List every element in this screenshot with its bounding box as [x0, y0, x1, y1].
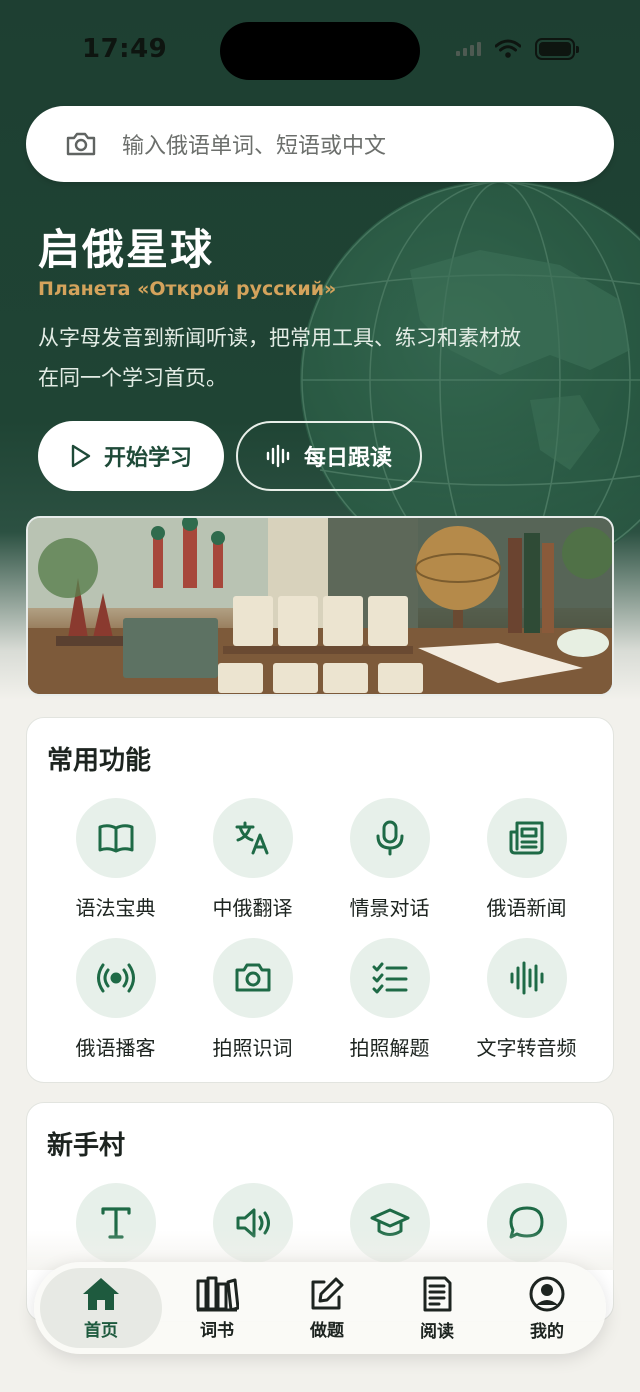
- microphone-icon: [349, 798, 430, 878]
- common-functions-card: 常用功能 语法宝典 中俄翻译 情景对话 俄语新闻 俄语播客 拍照识词 拍照解题 …: [26, 717, 614, 1083]
- function-label: 中俄翻译: [212, 896, 293, 920]
- function-label: 拍照识词: [212, 1036, 293, 1060]
- tab-profile[interactable]: 我的: [492, 1268, 602, 1348]
- tab-wordbooks[interactable]: 词书: [162, 1268, 272, 1348]
- search-bar[interactable]: 输入俄语单词、短语或中文: [26, 106, 614, 182]
- camera-icon[interactable]: [64, 127, 98, 161]
- tab-home[interactable]: 首页: [40, 1268, 162, 1348]
- function-label: 俄语播客: [75, 1036, 156, 1060]
- tab-label: 阅读: [420, 1321, 454, 1342]
- translate-icon: [212, 798, 293, 878]
- function-label: 语法宝典: [75, 896, 156, 920]
- search-input[interactable]: 输入俄语单词、短语或中文: [122, 128, 614, 160]
- function-label: 拍照解题: [349, 1036, 430, 1060]
- document-icon: [423, 1276, 452, 1311]
- function-text-to-audio[interactable]: 文字转音频: [458, 938, 595, 1078]
- user-icon: [529, 1276, 565, 1311]
- wifi-icon: [495, 39, 521, 58]
- function-news[interactable]: 俄语新闻: [458, 798, 595, 938]
- waveform-icon: [486, 938, 567, 1018]
- hero-section: 17:49 输入俄语单词、短语或中文 启俄星球 Планета «Открой …: [0, 0, 640, 700]
- function-grid: 语法宝典 中俄翻译 情景对话 俄语新闻 俄语播客 拍照识词 拍照解题 文字转音频: [27, 798, 615, 1078]
- tab-exercises[interactable]: 做题: [272, 1268, 382, 1348]
- hero-description: 从字母发音到新闻听读，把常用工具、练习和素材放在同一个学习首页。: [38, 326, 521, 390]
- common-functions-title: 常用功能: [47, 746, 152, 776]
- book-icon: [75, 798, 156, 878]
- function-label: 俄语新闻: [486, 896, 567, 920]
- newbie-village-title: 新手村: [47, 1131, 126, 1161]
- tab-label: 词书: [200, 1320, 234, 1341]
- start-learning-label: 开始学习: [103, 446, 192, 471]
- cellular-signal-icon: [456, 42, 481, 56]
- tab-label: 做题: [310, 1320, 344, 1341]
- camera-icon: [212, 938, 293, 1018]
- function-translate[interactable]: 中俄翻译: [184, 798, 321, 938]
- app-title: 启俄星球: [38, 225, 215, 274]
- tab-label: 我的: [530, 1321, 564, 1342]
- tab-label: 首页: [84, 1320, 118, 1341]
- function-photo-solve[interactable]: 拍照解题: [321, 938, 458, 1078]
- home-icon: [83, 1277, 119, 1310]
- start-learning-button[interactable]: 开始学习: [38, 421, 224, 491]
- daily-follow-read-button[interactable]: 每日跟读: [236, 421, 422, 491]
- function-dialogue[interactable]: 情景对话: [321, 798, 458, 938]
- books-icon: [196, 1276, 239, 1311]
- function-label: 文字转音频: [476, 1036, 577, 1060]
- bottom-tab-bar: 首页 词书 做题 阅读 我的: [34, 1262, 606, 1354]
- dynamic-island: [220, 22, 420, 80]
- waveform-icon: [266, 444, 290, 468]
- checklist-icon: [349, 938, 430, 1018]
- status-time: 17:49: [82, 34, 168, 64]
- function-grammar[interactable]: 语法宝典: [47, 798, 184, 938]
- function-label: 情景对话: [349, 896, 430, 920]
- function-photo-word[interactable]: 拍照识词: [184, 938, 321, 1078]
- function-podcast[interactable]: 俄语播客: [47, 938, 184, 1078]
- podcast-icon: [75, 938, 156, 1018]
- daily-follow-read-label: 每日跟读: [303, 446, 392, 471]
- play-icon: [71, 444, 91, 468]
- newspaper-icon: [486, 798, 567, 878]
- hero-banner-image[interactable]: [26, 516, 614, 696]
- tab-reading[interactable]: 阅读: [382, 1268, 492, 1348]
- status-icons: [456, 38, 579, 60]
- app-subtitle: Планета «Открой русский»: [38, 278, 337, 300]
- battery-icon: [535, 38, 579, 60]
- edit-icon: [311, 1277, 344, 1309]
